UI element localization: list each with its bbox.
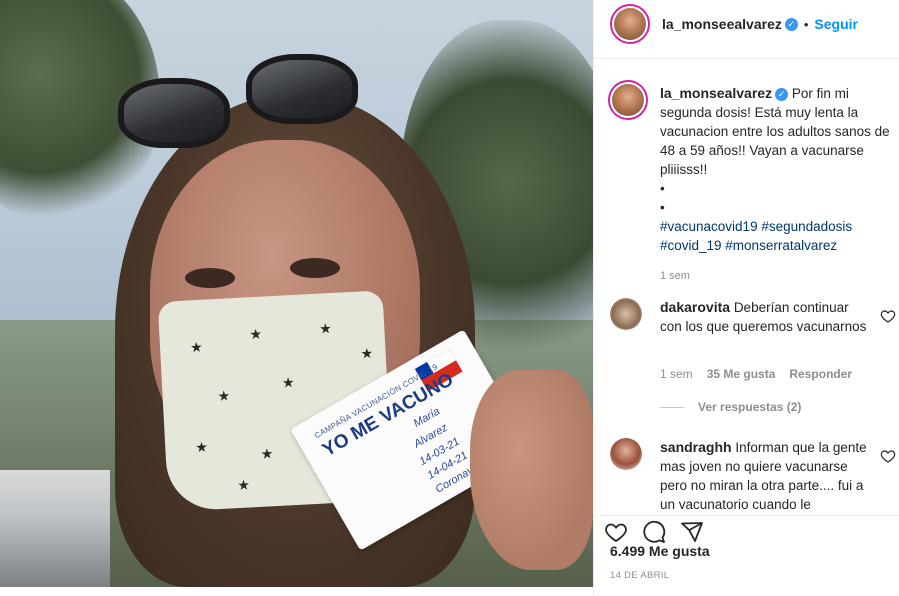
caption-dot: • bbox=[660, 200, 665, 215]
comment-avatar[interactable] bbox=[610, 438, 642, 470]
post-caption: la_monsealvarez ✓ Por fin mi segunda dosi… bbox=[660, 84, 892, 286]
mask-star: ★ bbox=[360, 344, 374, 362]
caption-dot: • bbox=[660, 181, 665, 196]
caption-author[interactable]: la_monsealvarez bbox=[660, 85, 772, 101]
likes-count[interactable]: 6.499 Me gusta bbox=[610, 543, 710, 559]
post-photo[interactable]: ★ ★ ★ ★ ★ ★ ★ ★ ★ CAMPAÑA VACUNACIÓN COV… bbox=[0, 0, 593, 587]
verified-badge-icon: ✓ bbox=[775, 87, 789, 101]
post-date[interactable]: 14 DE ABRIL bbox=[610, 570, 669, 581]
actions-divider bbox=[594, 515, 899, 516]
header-separator: • bbox=[803, 16, 809, 32]
post-actions bbox=[604, 520, 704, 544]
follow-button[interactable]: Seguir bbox=[814, 16, 858, 32]
sunglasses-lens-right bbox=[246, 54, 358, 124]
mask-star: ★ bbox=[260, 445, 274, 462]
photo-eye-right bbox=[290, 258, 340, 278]
view-replies-label: Ver respuestas (2) bbox=[698, 400, 802, 414]
mask-star: ★ bbox=[194, 438, 209, 456]
heart-icon[interactable] bbox=[880, 308, 896, 324]
like-heart-icon[interactable] bbox=[604, 520, 628, 544]
sunglasses-lens-left bbox=[118, 78, 230, 148]
comment-author[interactable]: dakarovita bbox=[660, 299, 730, 315]
mask-star: ★ bbox=[189, 338, 204, 356]
view-replies-button[interactable]: Ver respuestas (2) bbox=[660, 400, 801, 414]
header-divider bbox=[594, 58, 899, 59]
mask-star: ★ bbox=[217, 387, 231, 405]
comment-time[interactable]: 1 sem bbox=[660, 367, 693, 381]
mask-star: ★ bbox=[318, 319, 333, 337]
photo-eye-left bbox=[185, 268, 235, 288]
caption-author-avatar[interactable] bbox=[608, 80, 648, 120]
caption-time[interactable]: 1 sem bbox=[660, 267, 892, 286]
heart-icon[interactable] bbox=[880, 448, 896, 464]
comment-reply-button[interactable]: Responder bbox=[789, 367, 852, 381]
caption-hashtags[interactable]: #vacunacovid19 #segundadosis #covid_19 #… bbox=[660, 217, 892, 255]
replies-line bbox=[660, 406, 684, 408]
share-icon[interactable] bbox=[680, 520, 704, 544]
comment-author[interactable]: sandraghh bbox=[660, 439, 732, 455]
author-username[interactable]: la_monseealvarez bbox=[662, 16, 782, 32]
post-header: la_monseealvarez ✓ • Seguir bbox=[610, 4, 858, 44]
comment-avatar[interactable] bbox=[610, 298, 642, 330]
comment-likes[interactable]: 35 Me gusta bbox=[707, 367, 776, 381]
comment-icon[interactable] bbox=[642, 520, 666, 544]
mask-star: ★ bbox=[236, 476, 251, 494]
photo-sunglasses bbox=[118, 48, 388, 148]
post-side-panel: la_monseealvarez ✓ • Seguir la_monsealva… bbox=[593, 0, 899, 596]
author-avatar[interactable] bbox=[610, 4, 650, 44]
photo-parked-cars bbox=[0, 470, 110, 587]
mask-star: ★ bbox=[281, 373, 296, 391]
mask-star: ★ bbox=[249, 325, 263, 343]
comment-item: dakarovita Deberían continuar con los qu… bbox=[660, 298, 872, 336]
comment-item: sandraghh Informan que la gente mas jove… bbox=[660, 438, 872, 514]
verified-badge-icon: ✓ bbox=[784, 17, 798, 31]
comment-meta: 1 sem 35 Me gusta Responder bbox=[660, 367, 852, 381]
photo-hand bbox=[470, 370, 593, 570]
